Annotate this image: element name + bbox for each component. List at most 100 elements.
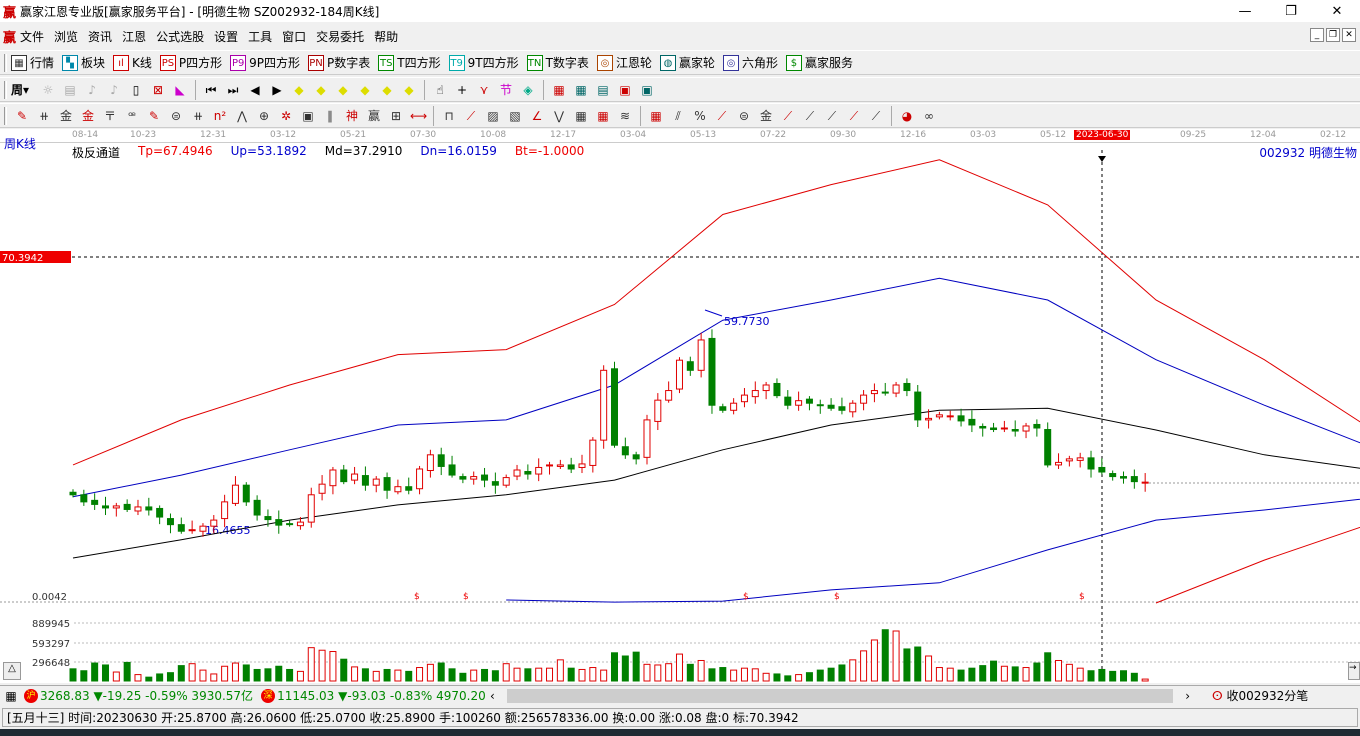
toolbar-grip[interactable] [4,80,7,99]
candle-icon[interactable]: ▯ [128,82,144,98]
notes-icon[interactable]: ▤ [595,82,611,98]
menu-formula[interactable]: 公式选股 [156,28,204,45]
maximize-button[interactable]: ❐ [1268,0,1314,22]
drawing-tool-icon[interactable]: ⊕ [256,108,272,124]
toolbar-table-button[interactable]: ▦ 行情 [11,54,54,71]
toolbar-tn-button[interactable]: TN T数字表 [526,54,589,71]
drawing-tool-icon[interactable]: ⊞ [388,108,404,124]
scroll-track[interactable] [506,689,1174,703]
toolbar-grip[interactable] [4,53,7,72]
scroll-left-button[interactable]: ‹ [490,689,495,703]
drawing-tool-icon[interactable]: 金 [758,108,774,124]
menu-tools[interactable]: 工具 [248,28,272,45]
drawing-tool-icon[interactable]: 神 [344,108,360,124]
scroll-right-arrow[interactable]: › [1185,689,1190,703]
sh-index[interactable]: 沪 3268.83 ▼-19.25 -0.59% 3930.57亿 [22,687,253,704]
drawing-tool-icon[interactable]: ⟋ [802,108,818,124]
drawing-tool-icon[interactable]: ∠ [529,108,545,124]
toolbar-t9-button[interactable]: T9 9T四方形 [448,54,519,71]
zoom-in-icon[interactable]: ◆ [379,82,395,98]
calendar-icon[interactable]: ▦ [551,82,567,98]
drawing-tool-icon[interactable]: ⋁ [551,108,567,124]
pattern-icon[interactable]: ◈ [520,82,536,98]
scroll-right-button[interactable]: → [1348,662,1360,680]
section-icon[interactable]: 节 [498,82,514,98]
toolbar-wheel-button[interactable]: ◎ 江恩轮 [596,54,652,71]
menu-window[interactable]: 窗口 [282,28,306,45]
drawing-tool-icon[interactable]: % [692,108,708,124]
scroll-up-button[interactable]: △ [3,662,21,680]
drawing-tool-icon[interactable]: ⟋ [824,108,840,124]
tick-detail-link[interactable]: ⵙ 收002932分笔 [1212,687,1308,704]
menu-gann[interactable]: 江恩 [122,28,146,45]
drawing-tool-icon[interactable]: ⟋ [463,108,479,124]
drawing-tool-icon[interactable]: ▣ [300,108,316,124]
drawing-tool-icon[interactable]: ▦ [573,108,589,124]
drawing-tool-icon[interactable]: ⋀ [234,108,250,124]
hand-icon[interactable]: ☝ [432,82,448,98]
toolbar-grip[interactable] [4,106,7,125]
drawing-tool-icon[interactable]: ▦ [648,108,664,124]
drawing-tool-icon[interactable]: ◕ [899,108,915,124]
mdi-minimize-button[interactable]: _ [1310,28,1324,42]
drawing-tool-icon[interactable]: ✲ [278,108,294,124]
horizontal-scrollbar[interactable]: ‹ › [490,688,1190,704]
drawing-tool-icon[interactable]: ⫽ [670,108,686,124]
chart-a-icon[interactable]: ♪ [84,82,100,98]
drawing-tool-icon[interactable]: ⟷ [410,108,427,124]
toolbar-pn-button[interactable]: PN P数字表 [308,54,370,71]
doc-icon[interactable]: ▤ [62,82,78,98]
move-right-icon[interactable]: ◆ [313,82,329,98]
drawing-tool-icon[interactable]: ⧺ [36,108,52,124]
drawing-tool-icon[interactable]: 赢 [366,108,382,124]
drawing-tool-icon[interactable]: ⧺ [190,108,206,124]
drawing-tool-icon[interactable]: ⊜ [736,108,752,124]
drawing-tool-icon[interactable]: ⟋ [846,108,862,124]
mdi-restore-button[interactable]: ❐ [1326,28,1340,42]
calendar-icon[interactable]: ▦ [3,688,19,704]
menu-trade[interactable]: 交易委托 [316,28,364,45]
crosshair-icon[interactable]: + [454,82,470,98]
drawing-tool-icon[interactable]: 金 [80,108,96,124]
fan-icon[interactable]: ◣ [172,82,188,98]
toolbar-winner-wheel-button[interactable]: ◍ 赢家轮 [659,54,715,71]
drawing-tool-icon[interactable]: 金 [58,108,74,124]
zoom-out-icon[interactable]: ◆ [401,82,417,98]
menu-help[interactable]: 帮助 [374,28,398,45]
drawing-tool-icon[interactable]: n² [212,108,228,124]
move-left-icon[interactable]: ◆ [291,82,307,98]
toolbar-blocks-button[interactable]: ▚ 板块 [62,54,105,71]
minimize-button[interactable]: — [1222,0,1268,22]
save-icon[interactable]: ▣ [617,82,633,98]
line-tool-icon[interactable]: ⋎ [476,82,492,98]
menu-info[interactable]: 资讯 [88,28,112,45]
drawing-tool-icon[interactable]: ⟋ [868,108,884,124]
shrink-icon[interactable]: ◆ [357,82,373,98]
kline-chart[interactable]: 70.3942 59.7730 16.4655 0.0042 889945 59… [0,128,1360,684]
toolbar-kline-button[interactable]: ıl K线 [113,54,152,71]
mdi-close-button[interactable]: ✕ [1342,28,1356,42]
last-icon[interactable]: ⏭ [225,82,241,98]
drawing-tool-icon[interactable]: ∥ [322,108,338,124]
drawing-tool-icon[interactable]: ꟹ [124,108,140,124]
toolbar-ps-button[interactable]: PS P四方形 [159,54,222,71]
drawing-tool-icon[interactable]: ✎ [146,108,162,124]
drawing-tool-icon[interactable]: ⟋ [714,108,730,124]
gann-icon[interactable]: ⊠ [150,82,166,98]
close-button[interactable]: ✕ [1314,0,1360,22]
expand-icon[interactable]: ◆ [335,82,351,98]
drawing-tool-icon[interactable]: ∞ [921,108,937,124]
menu-file[interactable]: 文件 [20,28,44,45]
first-icon[interactable]: ⏮ [203,82,219,98]
drawing-tool-icon[interactable]: ≋ [617,108,633,124]
toolbar-hexagon-button[interactable]: ◎ 六角形 [722,54,778,71]
drawing-tool-icon[interactable]: ▨ [485,108,501,124]
drawing-tool-icon[interactable]: ✎ [14,108,30,124]
drawing-tool-icon[interactable]: ▦ [595,108,611,124]
drawing-tool-icon[interactable]: ⊜ [168,108,184,124]
period-dropdown[interactable]: 周 ▾ [11,81,29,98]
calculator-icon[interactable]: ▦ [573,82,589,98]
drawing-tool-icon[interactable]: ⊓ [441,108,457,124]
chart-b-icon[interactable]: ♪ [106,82,122,98]
prev-icon[interactable]: ◀ [247,82,263,98]
